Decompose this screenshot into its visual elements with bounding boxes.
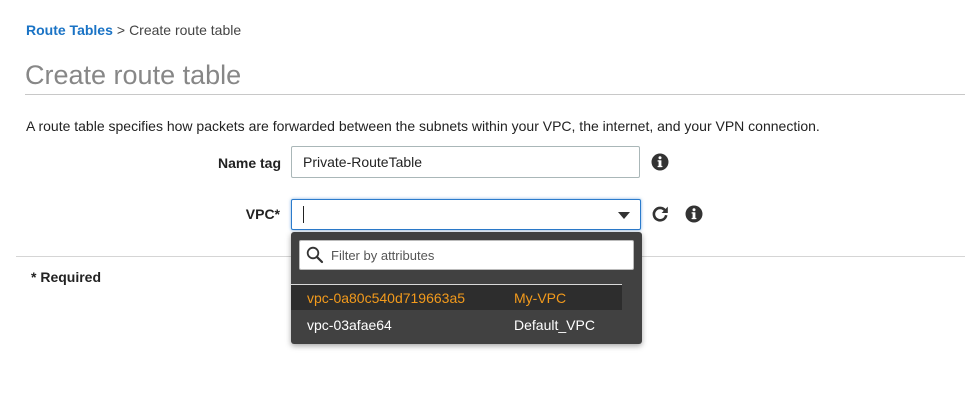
name-tag-info-icon[interactable] bbox=[651, 153, 669, 171]
vpc-option-my-vpc[interactable]: vpc-0a80c540d719663a5 My-VPC bbox=[291, 284, 622, 310]
vpc-option-name: Default_VPC bbox=[514, 317, 595, 333]
page-description: A route table specifies how packets are … bbox=[26, 118, 820, 134]
vpc-option-default-vpc[interactable]: vpc-03afae64 Default_VPC bbox=[291, 312, 622, 338]
vpc-option-name: My-VPC bbox=[514, 290, 567, 306]
vpc-dropdown-menu: Filter by attributes vpc-0a80c540d719663… bbox=[291, 232, 642, 344]
vpc-option-id: vpc-03afae64 bbox=[307, 317, 392, 333]
required-note: * Required bbox=[31, 269, 102, 285]
breadcrumb: Route Tables > Create route table bbox=[26, 22, 241, 38]
vpc-label: VPC* bbox=[245, 206, 280, 222]
filter-placeholder: Filter by attributes bbox=[331, 248, 435, 263]
text-caret bbox=[303, 206, 304, 223]
search-icon bbox=[306, 246, 324, 264]
vpc-info-icon[interactable] bbox=[685, 205, 703, 223]
breadcrumb-current: Create route table bbox=[129, 22, 242, 38]
refresh-icon[interactable] bbox=[651, 205, 669, 223]
vpc-option-id: vpc-0a80c540d719663a5 bbox=[307, 290, 466, 306]
filter-input[interactable]: Filter by attributes bbox=[299, 240, 634, 270]
chevron-down-icon[interactable] bbox=[618, 212, 630, 219]
breadcrumb-separator: > bbox=[116, 22, 126, 38]
page-title: Create route table bbox=[25, 60, 242, 90]
title-divider bbox=[25, 94, 965, 95]
vpc-select[interactable] bbox=[291, 199, 641, 230]
breadcrumb-route-tables-link[interactable]: Route Tables bbox=[26, 22, 113, 38]
name-tag-input[interactable]: Private-RouteTable bbox=[291, 146, 640, 178]
name-tag-label: Name tag bbox=[217, 155, 281, 171]
